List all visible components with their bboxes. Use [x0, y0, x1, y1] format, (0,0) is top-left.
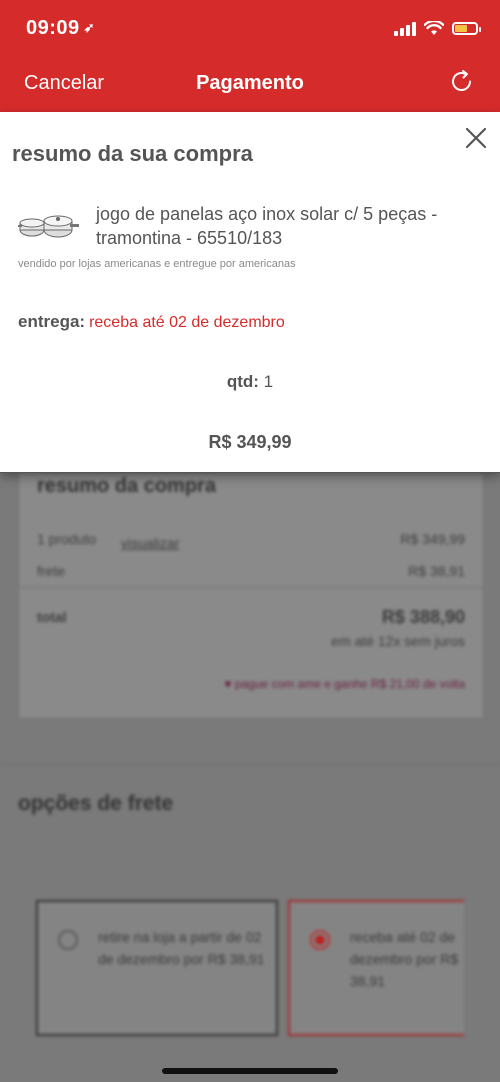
summary-divider [19, 587, 483, 588]
summary-card-title: resumo da compra [37, 475, 216, 497]
ame-promo: ♥ pague com ame e ganhe R$ 21,00 de volt… [224, 677, 465, 691]
seller-note: vendido por lojas americanas e entregue … [18, 258, 296, 270]
radio-button[interactable] [58, 930, 78, 950]
order-summary-card: resumo da compra 1 produto visualizar R$… [18, 472, 484, 719]
section-divider [0, 764, 500, 765]
total-label: total [37, 609, 67, 625]
product-name: jogo de panelas aço inox solar c/ 5 peça… [96, 204, 438, 248]
checkout-background: resumo da compra 1 produto visualizar R$… [0, 472, 500, 1082]
view-products-link[interactable]: visualizar [121, 535, 179, 551]
installments-text: em até 12x sem juros [331, 633, 465, 649]
cancel-button[interactable]: Cancelar [24, 72, 104, 95]
products-value: R$ 349,99 [400, 531, 465, 547]
shipping-options-title: opções de frete [18, 792, 174, 815]
products-count: 1 produto [37, 531, 97, 547]
shipping-label: frete [37, 563, 66, 579]
cellular-signal-icon [394, 20, 416, 36]
close-icon[interactable] [464, 126, 488, 150]
shipping-option-delivery[interactable]: receba até 02 de dezembro por R$ 38,91 [288, 900, 464, 1036]
shipping-value: R$ 38,91 [408, 563, 465, 579]
clock: 09:09 [26, 17, 80, 39]
ame-promo-text: pague com ame e ganhe R$ 21,00 de volta [234, 677, 465, 691]
location-arrow-icon: ➶ [83, 20, 96, 35]
status-icons [394, 20, 481, 36]
quantity-value: 1 [263, 372, 274, 391]
radio-button-selected[interactable] [310, 930, 330, 950]
delivery-info: entrega: receba até 02 de dezembro [18, 312, 285, 332]
status-time: 09:09 ➶ [26, 17, 95, 40]
cookware-set-image [18, 215, 79, 238]
quantity-label: qtd: [226, 372, 259, 391]
wifi-icon [424, 20, 444, 35]
quantity: qtd: 1 [0, 372, 500, 392]
heart-icon: ♥ [224, 677, 232, 691]
delivery-label: entrega: [18, 312, 86, 331]
home-indicator[interactable] [162, 1068, 338, 1074]
shipping-option-text: receba até 02 de dezembro por R$ 38,91 [350, 929, 459, 989]
total-value: R$ 388,90 [381, 607, 465, 627]
sheet-title: resumo da sua compra [12, 141, 253, 166]
battery-icon [452, 21, 481, 35]
shipping-option-text: retire na loja a partir de 02 de dezembr… [98, 929, 265, 967]
shipping-option-pickup[interactable]: retire na loja a partir de 02 de dezembr… [36, 900, 278, 1036]
app-header: 09:09 ➶ Pagamento Cancelar [0, 0, 500, 112]
purchase-summary-sheet: resumo da sua compra jogo de panelas aço… [0, 112, 500, 473]
refresh-icon[interactable] [448, 68, 476, 96]
delivery-date: receba até 02 de dezembro [89, 314, 285, 331]
product-price: R$ 349,99 [208, 432, 292, 452]
